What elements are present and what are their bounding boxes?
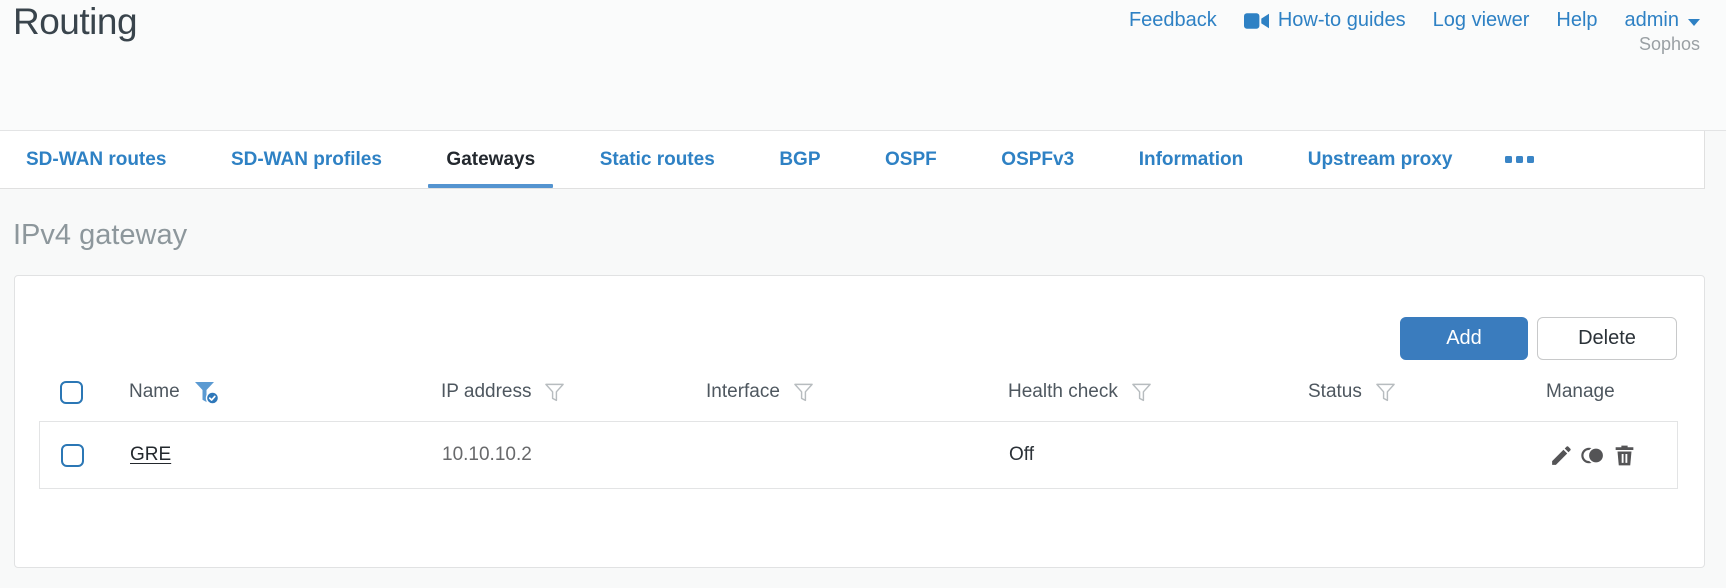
howto-guides-label: How-to guides [1277, 9, 1406, 31]
feedback-label: Feedback [1128, 9, 1217, 31]
cell-ip-address: 10.10.10.2 [442, 444, 532, 465]
page-title: Routing [13, 1, 138, 42]
more-tabs-button[interactable] [1493, 131, 1546, 188]
tab-upstream-proxy[interactable]: Upstream proxy [1284, 131, 1477, 188]
add-button[interactable]: Add [1400, 317, 1528, 360]
help-link[interactable]: Help [1556, 9, 1597, 32]
column-header-health: Health check [1008, 381, 1118, 402]
table-header: Name IP address Interface Health check S… [39, 371, 1678, 413]
delete-icon[interactable] [1612, 443, 1637, 468]
delete-button[interactable]: Delete [1537, 317, 1677, 360]
log-viewer-label: Log viewer [1432, 9, 1530, 31]
gateway-name-link[interactable]: GRE [130, 444, 171, 465]
tab-gateways[interactable]: Gateways [422, 131, 559, 188]
user-menu[interactable]: admin [1625, 9, 1700, 32]
howto-guides-link[interactable]: How-to guides [1243, 9, 1406, 32]
log-viewer-link[interactable]: Log viewer [1433, 9, 1530, 32]
ellipsis-icon [1504, 156, 1512, 163]
tab-information[interactable]: Information [1115, 131, 1268, 188]
tab-bgp[interactable]: BGP [755, 131, 844, 188]
tab-sdwan-profiles[interactable]: SD-WAN profiles [207, 131, 406, 188]
help-label: Help [1556, 9, 1598, 31]
page-header: Routing Feedback How-to guides Log viewe… [0, 0, 1726, 131]
ellipsis-icon [1526, 156, 1534, 163]
brand-label: Sophos [1638, 34, 1700, 54]
tab-bar: SD-WAN routes SD-WAN profiles Gateways S… [0, 131, 1705, 189]
cell-manage [1549, 443, 1677, 468]
gateway-card: Add Delete Name IP address Interface Hea… [14, 275, 1705, 568]
row-checkbox[interactable] [61, 443, 84, 467]
select-all-checkbox[interactable] [60, 380, 83, 404]
filter-icon[interactable] [544, 382, 565, 403]
section-title: IPv4 gateway [13, 219, 188, 251]
column-header-manage: Manage [1546, 381, 1615, 402]
user-label: admin [1624, 9, 1679, 31]
tab-ospfv3[interactable]: OSPFv3 [977, 131, 1098, 188]
tab-sdwan-routes[interactable]: SD-WAN routes [2, 131, 190, 188]
ellipsis-icon [1515, 156, 1523, 163]
top-nav: Feedback How-to guides Log viewer Help a… [1129, 9, 1700, 32]
video-camera-icon [1243, 12, 1269, 30]
filter-icon[interactable] [793, 382, 814, 403]
filter-active-icon[interactable] [193, 380, 220, 405]
feedback-link[interactable]: Feedback [1129, 9, 1217, 32]
tab-ospf[interactable]: OSPF [861, 131, 961, 188]
clone-icon[interactable] [1579, 443, 1607, 468]
filter-icon[interactable] [1375, 382, 1396, 403]
cell-health-check: Off [1009, 444, 1034, 465]
edit-icon[interactable] [1549, 443, 1574, 468]
filter-icon[interactable] [1131, 382, 1152, 403]
column-header-ip: IP address [441, 381, 532, 402]
column-header-name: Name [129, 381, 180, 402]
column-header-status: Status [1308, 381, 1362, 402]
tab-static-routes[interactable]: Static routes [576, 131, 739, 188]
toolbar: Add Delete [1400, 317, 1677, 360]
table-row: GRE 10.10.10.2 Off [39, 421, 1678, 489]
column-header-interface: Interface [706, 381, 780, 402]
chevron-down-icon [1688, 18, 1700, 26]
